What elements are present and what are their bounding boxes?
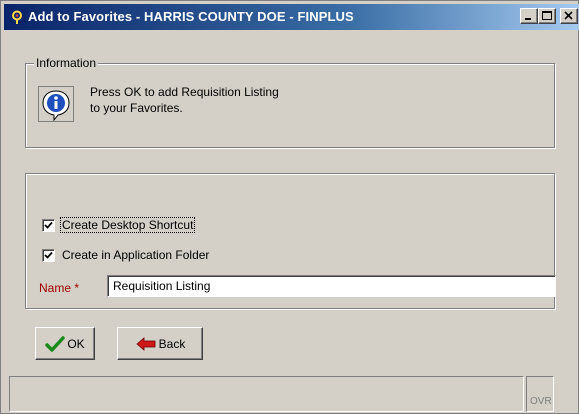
maximize-button[interactable] — [538, 8, 556, 24]
ok-button[interactable]: OK — [35, 327, 95, 360]
checkmark-icon — [44, 221, 53, 229]
finplus-app-icon — [10, 9, 26, 25]
ovr-indicator: OVR — [530, 396, 552, 407]
minimize-icon — [525, 18, 531, 20]
status-bar-main-panel — [9, 376, 524, 412]
green-checkmark-icon — [45, 335, 66, 352]
checkmark-icon — [44, 251, 53, 259]
minimize-button[interactable] — [520, 8, 538, 24]
back-button-label: Back — [158, 336, 186, 351]
info-icon — [42, 90, 70, 122]
maximize-icon — [542, 11, 552, 20]
checkbox-box[interactable] — [42, 218, 55, 232]
checkbox-box[interactable] — [42, 248, 55, 262]
ok-button-label: OK — [67, 336, 85, 351]
information-legend: Information — [34, 56, 99, 70]
information-message: Press OK to add Requisition Listing to y… — [90, 85, 279, 115]
create-desktop-shortcut-checkbox[interactable]: Create Desktop Shortcut — [42, 217, 196, 233]
info-icon-frame — [38, 86, 74, 122]
create-in-application-folder-label[interactable]: Create in Application Folder — [61, 248, 210, 262]
create-in-application-folder-checkbox[interactable]: Create in Application Folder — [42, 247, 210, 263]
information-group: Information Press OK to add Requisition … — [25, 56, 555, 148]
status-bar-ovr-panel: OVR — [526, 376, 554, 412]
create-desktop-shortcut-label[interactable]: Create Desktop Shortcut — [59, 217, 196, 233]
window-title: Add to Favorites - HARRIS COUNTY DOE - F… — [28, 9, 354, 24]
red-back-arrow-icon — [136, 336, 156, 351]
close-button[interactable] — [560, 8, 578, 24]
add-to-favorites-dialog: Add to Favorites - HARRIS COUNTY DOE - F… — [0, 0, 579, 414]
title-bar[interactable]: Add to Favorites - HARRIS COUNTY DOE - F… — [4, 4, 579, 30]
close-icon — [564, 11, 573, 20]
name-label: Name * — [39, 281, 80, 295]
back-button[interactable]: Back — [117, 327, 203, 360]
name-field[interactable] — [107, 275, 556, 297]
